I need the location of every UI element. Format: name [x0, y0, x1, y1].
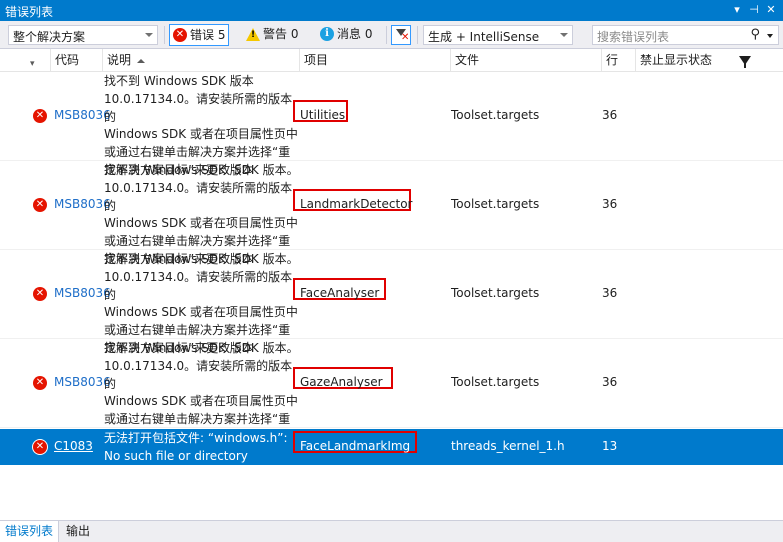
- filter-icon[interactable]: [739, 56, 751, 68]
- error-icon: ✕: [33, 440, 47, 454]
- column-icon[interactable]: ▾: [0, 49, 51, 72]
- error-project: Utilities: [300, 108, 346, 122]
- warnings-filter-button[interactable]: 警告 0: [243, 24, 301, 46]
- tab-output[interactable]: 输出: [61, 521, 95, 542]
- bottom-tabs: 错误列表 输出: [0, 520, 783, 542]
- messages-filter-button[interactable]: i 消息 0: [317, 24, 375, 46]
- column-file-label: 文件: [455, 53, 480, 67]
- column-line[interactable]: 行: [602, 49, 636, 72]
- error-icon: ✕: [33, 198, 47, 212]
- warning-icon: [246, 27, 260, 41]
- error-description: 无法打开包括文件: “windows.h”: No such file or d…: [104, 431, 288, 463]
- error-icon: ✕: [33, 376, 47, 390]
- error-code-link[interactable]: C1083: [54, 439, 93, 453]
- separator: [386, 26, 387, 44]
- error-code-link[interactable]: MSB8036: [54, 375, 111, 389]
- column-description-label: 说明: [107, 53, 132, 67]
- search-placeholder: 搜索错误列表: [597, 30, 670, 44]
- column-code[interactable]: 代码: [51, 49, 103, 72]
- error-line: 36: [602, 286, 618, 300]
- error-file: Toolset.targets: [451, 108, 540, 122]
- table-row[interactable]: ✕ MSB8036 找不到 Windows SDK 版本 10.0.17134.0。…: [0, 250, 783, 355]
- separator: [164, 26, 165, 44]
- build-source-dropdown[interactable]: 生成 + IntelliSense: [423, 25, 573, 45]
- table-row[interactable]: ✕ C1083 无法打开包括文件: “windows.h”: No such fil…: [0, 429, 783, 465]
- column-header: ▾ 代码 说明 项目 文件 行 禁止显示状态: [0, 49, 783, 72]
- remove-filter-icon: ✕: [401, 32, 410, 43]
- tab-error-list[interactable]: 错误列表: [0, 521, 60, 542]
- errors-filter-button[interactable]: ✕ 错误 5: [169, 24, 230, 46]
- error-line: 36: [602, 197, 618, 211]
- errors-filter-label: 错误 5: [190, 28, 226, 42]
- sort-ascending-icon: [137, 58, 146, 63]
- error-project: GazeAnalyser: [300, 375, 383, 389]
- chevron-down-icon: [560, 33, 568, 37]
- scope-dropdown[interactable]: 整个解决方案: [8, 25, 158, 45]
- error-icon: ✕: [173, 28, 187, 42]
- error-project: FaceLandmarkImg: [300, 439, 411, 453]
- error-icon: ✕: [33, 109, 47, 123]
- filter-toggle-button[interactable]: ✕: [391, 25, 411, 45]
- error-icon: ✕: [33, 287, 47, 301]
- column-suppression-label: 禁止显示状态: [640, 53, 713, 67]
- error-project: LandmarkDetector: [300, 197, 413, 211]
- search-input[interactable]: 搜索错误列表 ⚲: [592, 25, 779, 45]
- error-line: 36: [602, 108, 618, 122]
- scope-value: 整个解决方案: [13, 30, 86, 44]
- error-file: Toolset.targets: [451, 197, 540, 211]
- close-icon[interactable]: ✕: [763, 2, 779, 18]
- search-icon[interactable]: ⚲: [750, 27, 760, 42]
- error-code-link[interactable]: MSB8036: [54, 197, 111, 211]
- table-row[interactable]: ✕ MSB8036 找不到 Windows SDK 版本 10.0.17134.0。…: [0, 72, 783, 177]
- separator: [417, 26, 418, 44]
- error-file: Toolset.targets: [451, 286, 540, 300]
- title-bar: 错误列表 ▾ ⊣ ✕: [0, 0, 783, 21]
- messages-filter-label: 消息 0: [337, 27, 373, 41]
- error-file: Toolset.targets: [451, 375, 540, 389]
- pin-icon[interactable]: ⊣: [746, 2, 762, 18]
- error-line: 36: [602, 375, 618, 389]
- error-project: FaceAnalyser: [300, 286, 380, 300]
- error-code-link[interactable]: MSB8036: [54, 108, 111, 122]
- column-code-label: 代码: [55, 53, 80, 67]
- column-project[interactable]: 项目: [300, 49, 451, 72]
- toolbar: 整个解决方案 ✕错误 5 警告 0 i消息 0 ✕ 生成 + IntelliSe…: [0, 21, 783, 49]
- build-source-value: 生成 + IntelliSense: [428, 30, 540, 44]
- window-title: 错误列表: [5, 5, 54, 19]
- error-line: 13: [602, 439, 618, 453]
- warnings-filter-label: 警告 0: [263, 27, 299, 41]
- table-row[interactable]: ✕ MSB8036 找不到 Windows SDK 版本 10.0.17134.0。…: [0, 339, 783, 444]
- chevron-down-icon[interactable]: [767, 34, 773, 38]
- column-suppression[interactable]: 禁止显示状态: [636, 49, 783, 72]
- error-file: threads_kernel_1.h: [451, 439, 565, 453]
- chevron-down-icon: [145, 33, 153, 37]
- column-project-label: 项目: [304, 53, 329, 67]
- column-file[interactable]: 文件: [451, 49, 602, 72]
- table-row[interactable]: ✕ MSB8036 找不到 Windows SDK 版本 10.0.17134.0。…: [0, 161, 783, 266]
- dropdown-icon[interactable]: ▾: [729, 2, 745, 18]
- column-line-label: 行: [606, 53, 619, 67]
- column-description[interactable]: 说明: [103, 49, 300, 72]
- error-code-link[interactable]: MSB8036: [54, 286, 111, 300]
- info-icon: i: [320, 27, 334, 41]
